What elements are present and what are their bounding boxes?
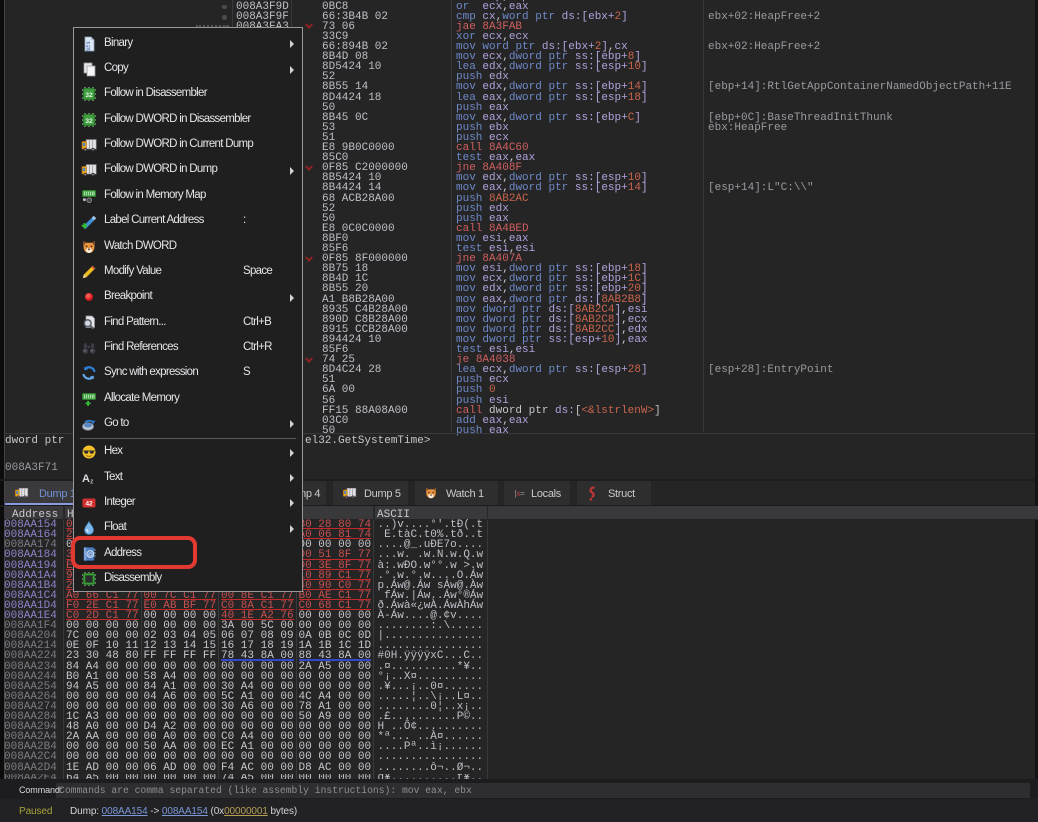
svg-text:32: 32 <box>85 92 93 99</box>
svg-text:z: z <box>90 478 94 485</box>
svg-text:@: @ <box>87 198 92 203</box>
svg-text:=|: =| <box>520 490 526 499</box>
svg-text:10: 10 <box>86 48 90 51</box>
svg-text:A: A <box>82 473 90 485</box>
svg-text:32: 32 <box>85 118 93 125</box>
svg-text:42: 42 <box>85 500 93 507</box>
